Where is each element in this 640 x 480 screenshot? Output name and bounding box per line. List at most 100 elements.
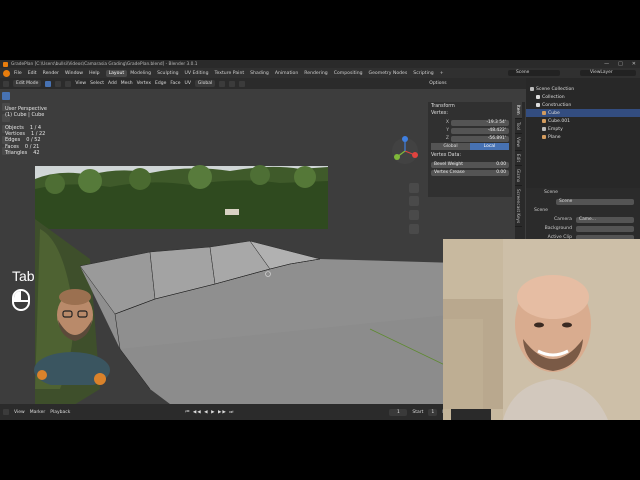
presenter-avatar	[34, 289, 110, 385]
viewport-menu-select[interactable]: Select	[90, 81, 104, 86]
vertex-z-field[interactable]: -56.891'	[451, 135, 509, 142]
workspace-tab-rendering[interactable]: Rendering	[301, 70, 330, 77]
field-value: 0.00	[496, 169, 506, 175]
workspace-tab-uv-editing[interactable]: UV Editing	[182, 70, 212, 77]
viewport-menu-face[interactable]: Face	[170, 81, 180, 86]
outliner-row-cube-001[interactable]: Cube.001	[526, 117, 640, 125]
view-layer-selector[interactable]: ViewLayer	[580, 70, 636, 76]
playback-controls[interactable]: ⏮ ◀◀ ◀ ▶ ▶▶ ⏭	[185, 409, 234, 415]
vertex-y-field[interactable]: -48.422'	[451, 127, 509, 134]
left-mouse-button-icon	[14, 291, 21, 300]
transform-orientation-dropdown[interactable]: Global	[194, 80, 216, 87]
local-toggle-button[interactable]: Local	[470, 143, 509, 150]
workspace-tab-modeling[interactable]: Modeling	[127, 70, 154, 77]
sidebar-tab-view[interactable]: View	[515, 134, 522, 151]
collection-icon	[530, 87, 534, 91]
stat-value: 42	[33, 149, 40, 156]
vertex-x-field[interactable]: -19.3 54'	[451, 119, 509, 126]
timeline-menu-marker[interactable]: Marker	[30, 410, 46, 415]
empty-icon	[542, 127, 546, 131]
timeline-menu-view[interactable]: View	[14, 410, 25, 415]
stat-label: Triangles	[5, 149, 28, 156]
close-button[interactable]: ✕	[632, 61, 636, 67]
stat-label: Objects	[5, 125, 24, 131]
sidebar-tab-gizmo[interactable]: Gizmo	[515, 166, 522, 186]
workspace-tab-shading[interactable]: Shading	[247, 70, 272, 77]
presenter-webcam	[443, 239, 640, 420]
outliner-row-scene-collection[interactable]: Scene Collection	[526, 85, 640, 93]
transform-section-header[interactable]: Transform	[428, 102, 512, 111]
background-field[interactable]	[576, 225, 634, 232]
blender-menu-icon[interactable]	[3, 69, 10, 77]
collection-icon	[536, 103, 540, 107]
menu-render[interactable]: Render	[43, 71, 59, 76]
navigation-gizmo[interactable]	[392, 136, 418, 164]
viewport-menu-vertex[interactable]: Vertex	[137, 81, 151, 86]
bevel-weight-field[interactable]: Bevel Weight 0.00	[431, 161, 509, 168]
editor-type-icon[interactable]	[3, 80, 9, 87]
workspace-tab-sculpting[interactable]: Sculpting	[154, 70, 181, 77]
workspace-tab-layout[interactable]: Layout	[105, 69, 128, 77]
camera-field[interactable]: Came...	[576, 216, 634, 223]
timeline-editor-icon[interactable]	[3, 409, 9, 415]
minimize-button[interactable]: —	[604, 61, 609, 67]
field-label: X	[445, 120, 449, 125]
viewport-menu-mesh[interactable]: Mesh	[121, 81, 133, 86]
field-label: Vertex Crease	[434, 169, 465, 175]
timeline-menu-playback[interactable]: Playback	[50, 410, 70, 415]
blender-logo-icon	[3, 61, 8, 67]
stat-label: Faces	[5, 143, 19, 150]
current-frame-field[interactable]: 1	[389, 408, 408, 416]
title-bar: GradePlan [C:\Users\bullsi\Videos\Camara…	[0, 60, 640, 68]
properties-scene-name: Scene	[544, 190, 559, 195]
menu-edit[interactable]: Edit	[28, 71, 37, 76]
options-dropdown[interactable]: Options	[429, 81, 446, 86]
mesh-icon	[542, 135, 546, 139]
field-value: 0.00	[496, 161, 506, 167]
workspace-tab-animation[interactable]: Animation	[272, 70, 301, 77]
workspace-tab-texture-paint[interactable]: Texture Paint	[212, 70, 248, 77]
workspace-tab-geometry-nodes[interactable]: Geometry Nodes	[366, 70, 411, 77]
sidebar-tab-edit[interactable]: Edit	[515, 151, 522, 166]
viewport-menu-uv[interactable]: UV	[185, 81, 191, 86]
prop-label: Camera	[553, 217, 572, 222]
outliner-header	[526, 78, 640, 85]
viewport-nav-buttons[interactable]	[409, 183, 419, 234]
snap-icon[interactable]	[229, 80, 236, 87]
sidebar-tab-tool[interactable]: Tool	[515, 119, 522, 134]
outliner-row-empty[interactable]: Empty	[526, 125, 640, 133]
sidebar-tab-item[interactable]: Item	[515, 102, 522, 119]
outliner-row-cube[interactable]: Cube	[526, 109, 640, 117]
menu-window[interactable]: Window	[65, 71, 83, 76]
menu-help[interactable]: Help	[89, 71, 99, 76]
mesh-icon	[542, 111, 546, 115]
global-local-toggle: Global Local	[431, 143, 509, 150]
pivot-icon[interactable]	[219, 80, 226, 87]
outliner-row-construction[interactable]: Construction	[526, 101, 640, 109]
global-toggle-button[interactable]: Global	[431, 143, 470, 150]
scene-selector[interactable]: Scene	[508, 70, 560, 76]
sidebar-transform-panel: Transform Vertex: X -19.3 54' Y -48.422' Z…	[428, 102, 512, 197]
start-frame-field[interactable]: 1	[428, 408, 438, 416]
workspace-tab-scripting[interactable]: Scripting	[410, 70, 436, 77]
scene-datablock-field[interactable]: Scene	[556, 198, 634, 205]
vertex-crease-field[interactable]: Vertex Crease 0.00	[431, 169, 509, 176]
maximize-button[interactable]: □	[618, 61, 623, 67]
sidebar-tab-screencast-keys[interactable]: Screencast Keys	[515, 186, 522, 228]
vertex-label: Vertex:	[431, 111, 449, 116]
edge-select-icon[interactable]	[55, 80, 62, 87]
viewport-menu-edge[interactable]: Edge	[155, 81, 166, 86]
outliner-row-collection[interactable]: Collection	[526, 93, 640, 101]
viewport-menu-view[interactable]: View	[75, 81, 86, 86]
viewport-menu-add[interactable]: Add	[108, 81, 117, 86]
menu-file[interactable]: File	[14, 71, 22, 76]
workspace-tab-compositing[interactable]: Compositing	[331, 70, 366, 77]
vertex-select-icon[interactable]	[45, 80, 52, 87]
scene-panel-header[interactable]: Scene	[526, 206, 640, 215]
proportional-edit-icon[interactable]	[239, 80, 246, 87]
mode-dropdown[interactable]: Edit Mode	[13, 80, 42, 87]
face-select-icon[interactable]	[65, 80, 72, 87]
outliner-row-plane[interactable]: Plane	[526, 133, 640, 141]
select-tool-icon[interactable]	[2, 92, 10, 100]
add-workspace-button[interactable]: +	[437, 70, 447, 77]
